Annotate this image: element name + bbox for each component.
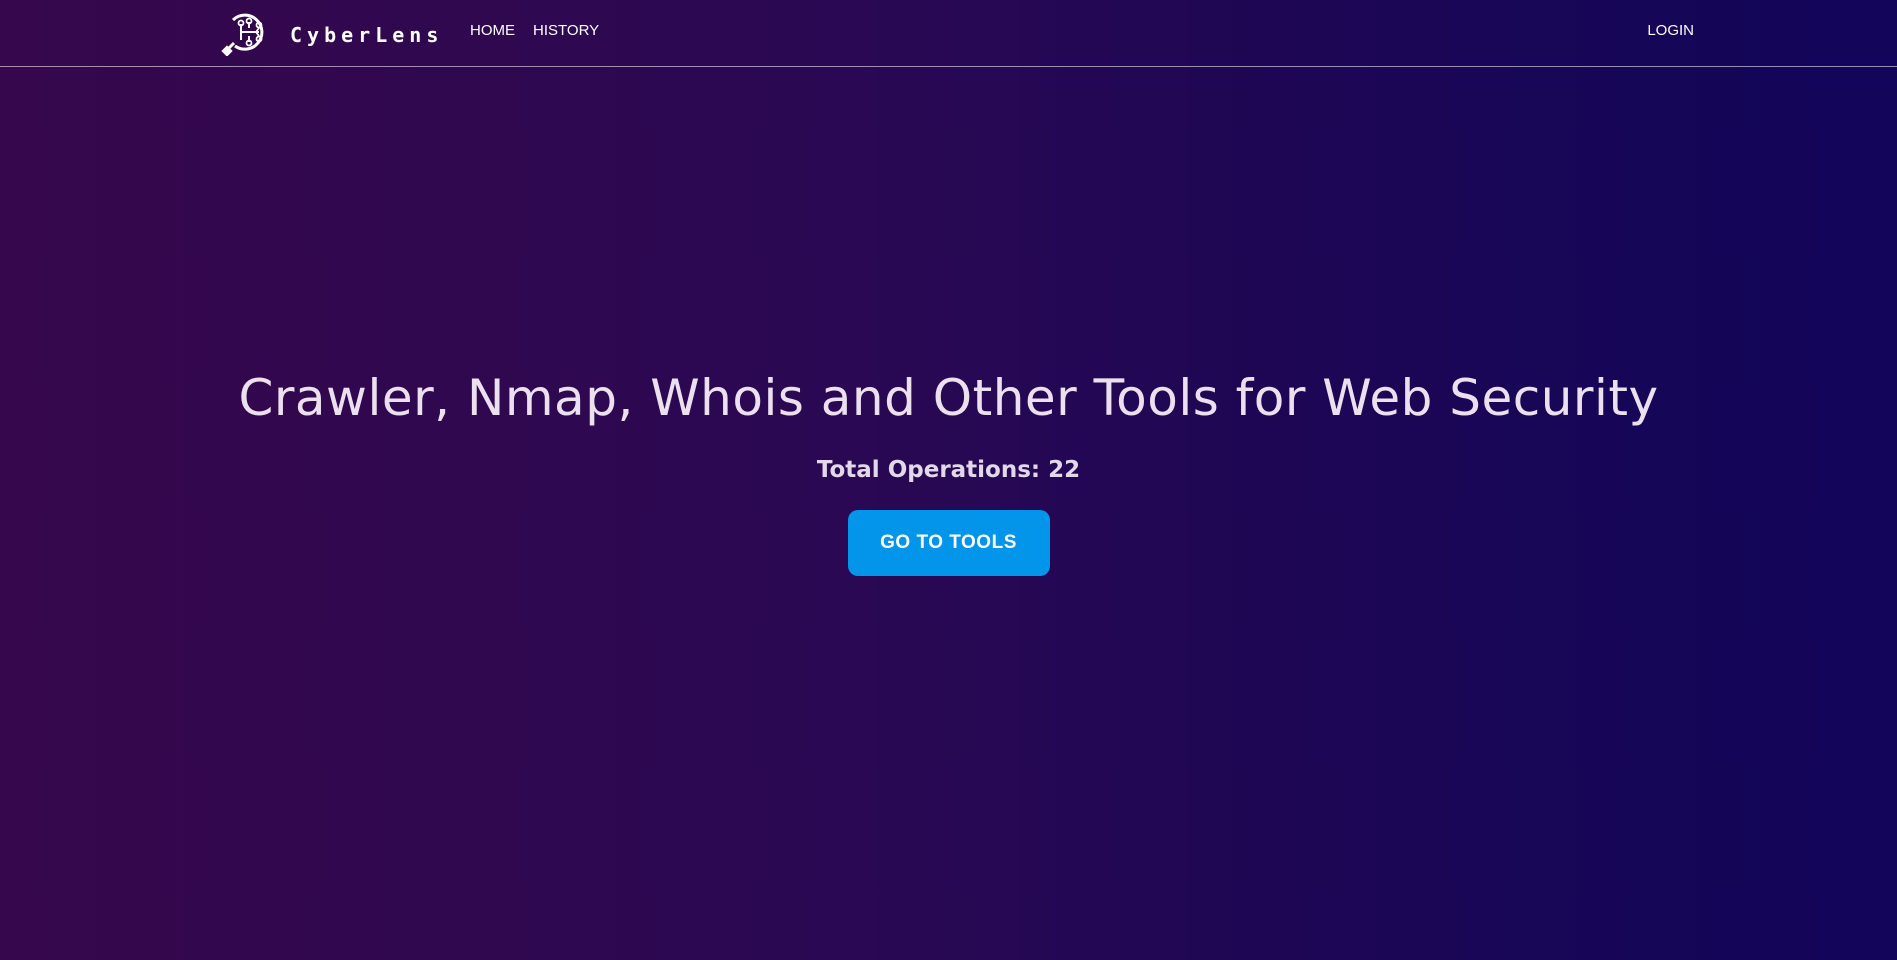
nav-link-history[interactable]: HISTORY <box>533 22 599 39</box>
login-link[interactable]: LOGIN <box>1647 22 1694 39</box>
top-navbar: CyberLens HOME HISTORY LOGIN <box>0 0 1897 67</box>
brand-name: CyberLens <box>290 23 444 47</box>
go-to-tools-button[interactable]: GO TO TOOLS <box>847 510 1050 576</box>
hero-title: Crawler, Nmap, Whois and Other Tools for… <box>238 369 1659 427</box>
nav-link-home[interactable]: HOME <box>470 22 515 39</box>
nav-links: HOME HISTORY <box>470 22 599 39</box>
magnifier-circuit-icon <box>221 13 264 56</box>
total-operations-text: Total Operations: 22 <box>816 457 1081 483</box>
hero-section: Crawler, Nmap, Whois and Other Tools for… <box>0 362 1897 576</box>
brand-logo-link[interactable]: CyberLens <box>221 12 443 56</box>
